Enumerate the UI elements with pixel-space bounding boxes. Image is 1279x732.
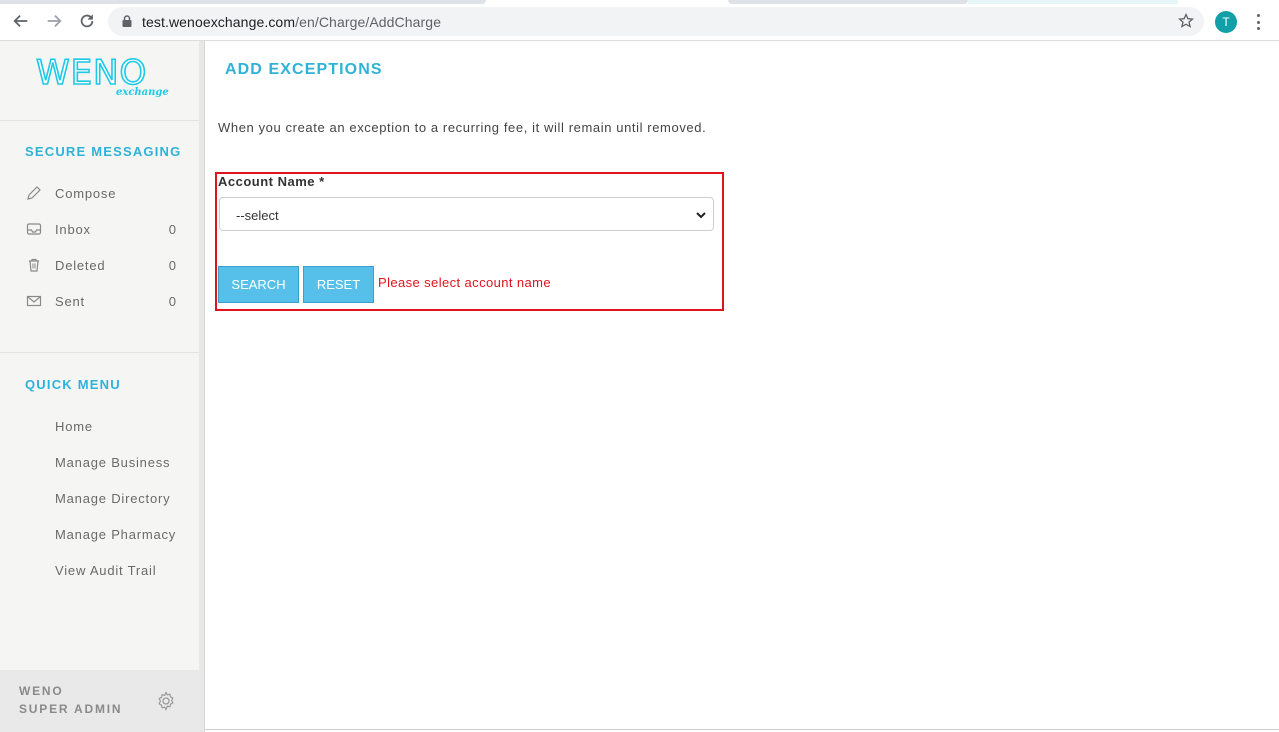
logo-subtitle: exchange xyxy=(116,87,169,98)
sidebar-border xyxy=(199,41,205,732)
pencil-icon xyxy=(25,185,42,202)
lock-icon[interactable] xyxy=(120,14,134,28)
footer-org-name: WENO xyxy=(19,684,64,698)
arrow-right-icon xyxy=(47,14,62,28)
sidebar-item-view-audit-trail[interactable]: View Audit Trail xyxy=(0,552,199,588)
page-title: ADD EXCEPTIONS xyxy=(225,61,383,78)
deleted-count: 0 xyxy=(168,257,176,273)
sidebar-item-label: Manage Business xyxy=(55,454,171,470)
logo[interactable]: WENO xyxy=(35,54,147,92)
gear-icon[interactable] xyxy=(156,691,176,711)
sidebar-item-label: Sent xyxy=(55,293,85,309)
inbox-icon xyxy=(25,221,42,238)
sidebar-item-label: Inbox xyxy=(55,221,91,237)
sidebar-item-manage-business[interactable]: Manage Business xyxy=(0,444,199,480)
sidebar-item-manage-pharmacy[interactable]: Manage Pharmacy xyxy=(0,516,199,552)
url-path: /en/Charge/AddCharge xyxy=(295,14,442,30)
sidebar-item-label: Deleted xyxy=(55,257,106,273)
logo-area: WENO exchange xyxy=(0,41,199,121)
profile-avatar[interactable]: T xyxy=(1215,11,1237,33)
account-select-value: --select xyxy=(236,208,279,223)
sidebar-item-inbox[interactable]: Inbox 0 xyxy=(0,211,199,247)
intro-text: When you create an exception to a recurr… xyxy=(218,120,707,135)
tab-strip xyxy=(0,0,1279,4)
footer-user-role: SUPER ADMIN xyxy=(19,702,123,716)
tab-active-edge[interactable] xyxy=(0,0,486,4)
account-name-select[interactable]: --select xyxy=(219,197,714,231)
account-name-label: Account Name * xyxy=(218,174,325,189)
sidebar: WENO exchange SECURE MESSAGING Compose I… xyxy=(0,41,199,732)
address-bar[interactable]: test.wenoexchange.com/en/Charge/AddCharg… xyxy=(108,7,1204,36)
sidebar-item-label: Manage Pharmacy xyxy=(55,526,177,542)
validation-error: Please select account name xyxy=(378,275,551,290)
sidebar-item-label: Compose xyxy=(55,185,117,201)
search-button[interactable]: SEARCH xyxy=(218,266,299,303)
back-button[interactable] xyxy=(9,9,33,33)
sidebar-item-label: Home xyxy=(55,418,93,434)
dot xyxy=(1256,20,1260,24)
quick-menu-title: QUICK MENU xyxy=(25,377,121,392)
sidebar-item-label: Manage Directory xyxy=(55,490,171,506)
browser-menu-button[interactable] xyxy=(1252,12,1264,32)
divider xyxy=(0,352,199,353)
envelope-icon xyxy=(25,293,42,310)
forward-button[interactable] xyxy=(42,9,66,33)
reload-button[interactable] xyxy=(75,9,99,33)
reload-icon xyxy=(80,14,94,28)
trash-icon xyxy=(25,257,42,274)
browser-toolbar: test.wenoexchange.com/en/Charge/AddCharg… xyxy=(0,0,1279,41)
secure-messaging-title: SECURE MESSAGING xyxy=(25,144,182,159)
chevron-down-icon xyxy=(696,212,706,219)
arrow-left-icon xyxy=(13,14,28,28)
tab-edge[interactable] xyxy=(968,0,1178,4)
sidebar-item-compose[interactable]: Compose xyxy=(0,175,199,211)
bottom-divider xyxy=(205,729,1279,730)
dot xyxy=(1256,27,1260,30)
sidebar-item-home[interactable]: Home xyxy=(0,408,199,444)
reset-button[interactable]: RESET xyxy=(303,266,374,303)
user-footer: WENO SUPER ADMIN xyxy=(0,670,199,732)
bookmark-star-icon[interactable] xyxy=(1178,13,1194,29)
sent-count: 0 xyxy=(168,293,176,309)
inbox-count: 0 xyxy=(168,221,176,237)
sidebar-item-deleted[interactable]: Deleted 0 xyxy=(0,247,199,283)
dot xyxy=(1256,14,1260,17)
url-domain: test.wenoexchange.com xyxy=(142,14,296,30)
tab-edge[interactable] xyxy=(728,0,968,4)
sidebar-item-sent[interactable]: Sent 0 xyxy=(0,283,199,319)
sidebar-item-manage-directory[interactable]: Manage Directory xyxy=(0,480,199,516)
sidebar-item-label: View Audit Trail xyxy=(55,562,157,578)
url-text[interactable]: test.wenoexchange.com/en/Charge/AddCharg… xyxy=(142,14,441,30)
